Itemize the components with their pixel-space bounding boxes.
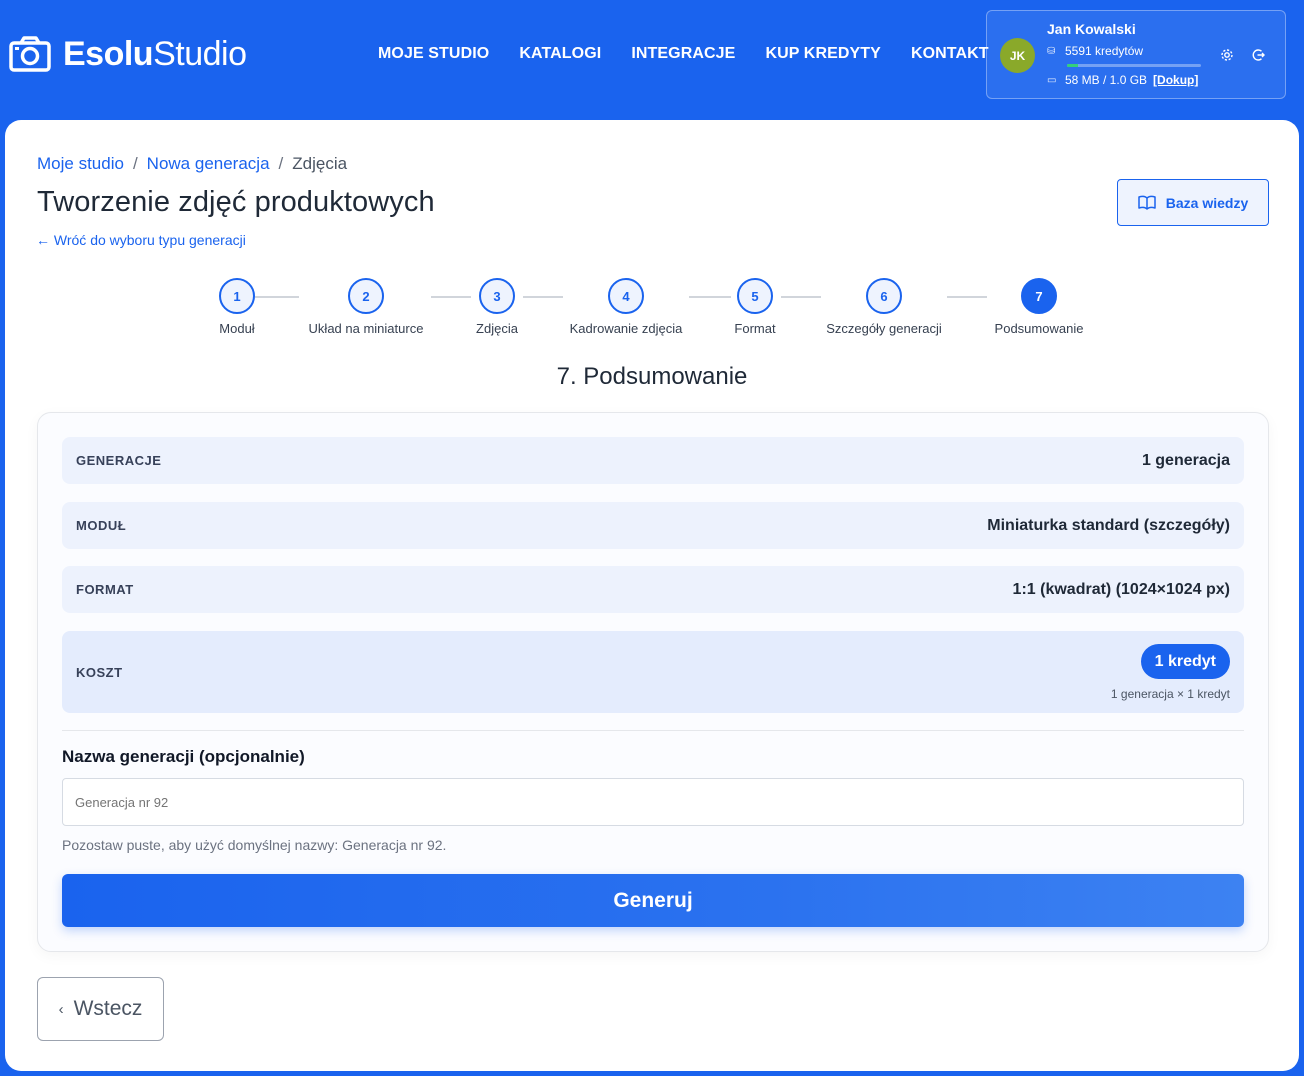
brand-name: EsoluStudio <box>63 35 247 73</box>
chevron-left-icon: ‹ <box>58 1000 64 1018</box>
summary-value: Miniaturka standard (szczegóły) <box>987 516 1230 534</box>
breadcrumb-current: Zdjęcia <box>292 154 348 173</box>
back-button-label: Wstecz <box>73 997 143 1020</box>
main-nav: MOJE STUDIO KATALOGI INTEGRACJE KUP KRED… <box>378 44 1019 64</box>
page-title: Tworzenie zdjęć produktowych <box>37 186 435 218</box>
breadcrumb-nowa-generacja[interactable]: Nowa generacja <box>147 154 270 174</box>
summary-key: MODUŁ <box>76 518 127 533</box>
summary-key: KOSZT <box>76 664 123 680</box>
knowledge-base-label: Baza wiedzy <box>1165 194 1249 211</box>
summary-card: GENERACJE 1 generacja MODUŁ Miniaturka s… <box>37 412 1269 952</box>
step-label: Szczegóły generacji <box>826 321 942 336</box>
generation-name-hint: Pozostaw puste, aby użyć domyślnej nazwy… <box>62 837 447 853</box>
credit-progress-bar <box>1067 64 1201 67</box>
main-card: Moje studio / Nowa generacja / Zdjęcia T… <box>5 120 1299 1071</box>
section-title: 7. Podsumowanie <box>556 363 748 390</box>
top-bar: EsoluStudio MOJE STUDIO KATALOGI INTEGRA… <box>0 0 1304 120</box>
step-number: 3 <box>479 278 515 314</box>
breadcrumb-separator: / <box>278 154 284 173</box>
cost-details: 1 kredyt 1 generacja × 1 kredyt <box>1110 643 1230 701</box>
cost-badge: 1 kredyt <box>1140 643 1230 679</box>
summary-key: FORMAT <box>76 582 134 597</box>
nav-kontakt[interactable]: KONTAKT <box>911 44 989 64</box>
storage-row: ▭ 58 MB / 1.0 GB [Dokup] <box>1047 73 1198 87</box>
step-number: 6 <box>866 278 902 314</box>
generate-button[interactable]: Generuj <box>62 874 1244 927</box>
drive-icon: ▭ <box>1047 74 1057 86</box>
user-card: JK Jan Kowalski ⛁ 5591 kredytów ▭ 58 MB … <box>986 10 1286 99</box>
nav-integracje[interactable]: INTEGRACJE <box>631 44 735 64</box>
generation-name-label: Nazwa generacji (opcjonalnie) <box>62 747 305 766</box>
summary-row-module: MODUŁ Miniaturka standard (szczegóły) <box>62 502 1244 549</box>
summary-row-format: FORMAT 1:1 (kwadrat) (1024×1024 px) <box>62 566 1244 613</box>
step-number: 5 <box>737 278 773 314</box>
coins-icon: ⛁ <box>1047 45 1056 57</box>
credits-count: 5591 kredytów <box>1065 44 1144 58</box>
summary-value: 1 generacja <box>1141 451 1230 469</box>
nav-kup-kredyty[interactable]: KUP KREDYTY <box>765 44 881 64</box>
knowledge-base-button[interactable]: Baza wiedzy <box>1117 179 1269 226</box>
breadcrumb-moje-studio[interactable]: Moje studio <box>37 154 124 174</box>
generation-name-input[interactable] <box>62 778 1244 826</box>
cost-breakdown: 1 generacja × 1 kredyt <box>1110 686 1230 701</box>
camera-icon <box>9 36 51 72</box>
brand-logo[interactable]: EsoluStudio <box>9 35 247 73</box>
breadcrumb: Moje studio / Nowa generacja / Zdjęcia <box>37 154 347 174</box>
divider <box>62 730 1244 731</box>
credits-row: ⛁ 5591 kredytów <box>1047 44 1143 58</box>
step-7[interactable]: 7 Podsumowanie <box>959 278 1119 336</box>
nav-katalogi[interactable]: KATALOGI <box>519 44 601 64</box>
credit-progress-fill <box>1067 64 1078 67</box>
summary-row-cost: KOSZT 1 kredyt 1 generacja × 1 kredyt <box>62 631 1244 713</box>
logout-icon[interactable] <box>1250 47 1266 63</box>
user-name: Jan Kowalski <box>1047 21 1136 37</box>
storage-usage: 58 MB / 1.0 GB <box>1065 73 1148 87</box>
gear-icon[interactable] <box>1219 47 1235 63</box>
avatar[interactable]: JK <box>1000 38 1035 73</box>
topup-link[interactable]: [Dokup] <box>1153 73 1198 87</box>
step-6[interactable]: 6 Szczegóły generacji <box>804 278 964 336</box>
book-icon <box>1138 195 1156 210</box>
breadcrumb-separator: / <box>132 154 138 173</box>
stepper: 1 Moduł 2 Układ na miniaturce 3 Zdjęcia … <box>5 278 1299 338</box>
back-button[interactable]: ‹ Wstecz <box>37 977 164 1041</box>
step-number: 7 <box>1021 278 1057 314</box>
summary-value: 1:1 (kwadrat) (1024×1024 px) <box>1012 580 1230 598</box>
step-label: Podsumowanie <box>994 321 1084 336</box>
step-number: 1 <box>219 278 255 314</box>
nav-moje-studio[interactable]: MOJE STUDIO <box>378 44 489 64</box>
summary-key: GENERACJE <box>76 453 162 468</box>
back-to-type-link[interactable]: ← Wróć do wyboru typu generacji <box>36 232 246 248</box>
step-number: 2 <box>348 278 384 314</box>
summary-row-generations: GENERACJE 1 generacja <box>62 437 1244 484</box>
step-number: 4 <box>608 278 644 314</box>
